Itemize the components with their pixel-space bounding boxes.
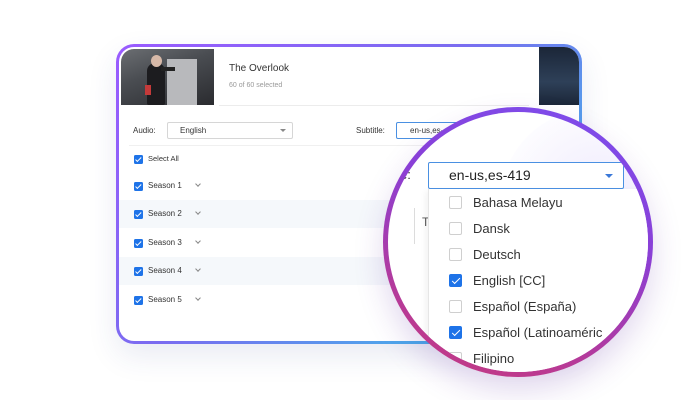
option-label: English [CC] [473, 273, 546, 288]
season-checkbox[interactable] [134, 239, 143, 248]
caret-down-icon [605, 174, 613, 178]
column-divider [414, 208, 415, 244]
option-checkbox-checked[interactable] [449, 274, 462, 287]
magnifier-lens: e: en-us,es-419 T Bahasa Melayu Dansk De [383, 107, 653, 377]
option-label: Bahasa Melayu [473, 195, 563, 210]
chevron-down-icon[interactable] [195, 266, 201, 272]
audio-label: Audio: [133, 126, 156, 135]
option-label: Filipino [473, 351, 515, 366]
audio-select[interactable]: English [167, 122, 293, 139]
subtitle-option[interactable]: Dansk [449, 216, 648, 242]
subtitle-option[interactable]: Bahasa Melayu [449, 190, 648, 216]
option-checkbox[interactable] [449, 248, 462, 261]
option-checkbox[interactable] [449, 196, 462, 209]
movie-header: The Overlook 60 of 60 selected [119, 47, 579, 105]
chevron-down-icon[interactable] [195, 238, 201, 244]
subtitle-label: Subtitle: [356, 126, 385, 135]
season-checkbox[interactable] [134, 210, 143, 219]
option-checkbox[interactable] [449, 300, 462, 313]
magnifier-content: e: en-us,es-419 T Bahasa Melayu Dansk De [388, 112, 648, 372]
next-thumbnail [539, 47, 579, 105]
movie-thumbnail [121, 49, 214, 105]
subtitle-option[interactable]: Deutsch [449, 242, 648, 268]
stage: The Overlook 60 of 60 selected Audio: En… [0, 0, 700, 400]
movie-title: The Overlook [229, 63, 290, 74]
subtitle-option[interactable]: English [CC] [449, 268, 648, 294]
subtitle-option[interactable]: Español (España) [449, 294, 648, 320]
option-label: Español (España) [473, 299, 577, 314]
chevron-down-icon[interactable] [195, 295, 201, 301]
season-label: Season 2 [148, 209, 182, 218]
option-label: Deutsch [473, 247, 521, 262]
season-label: Season 4 [148, 266, 182, 275]
subtitle-dropdown: Bahasa Melayu Dansk Deutsch English [CC]… [428, 189, 648, 372]
option-label: Dansk [473, 221, 510, 236]
chevron-down-icon[interactable] [195, 181, 201, 187]
select-all-checkbox[interactable] [134, 155, 143, 164]
season-label: Season 1 [148, 181, 182, 190]
season-checkbox[interactable] [134, 296, 143, 305]
subtitle-option[interactable]: Español (Latinoaméric [449, 320, 648, 346]
select-all-label: Select All [148, 154, 179, 163]
header-divider [219, 105, 529, 106]
option-checkbox[interactable] [449, 222, 462, 235]
audio-select-value: English [180, 126, 207, 135]
chevron-down-icon [280, 129, 286, 132]
option-checkbox[interactable] [449, 352, 462, 365]
option-label: Español (Latinoaméric [473, 325, 603, 340]
selection-count: 60 of 60 selected [229, 82, 283, 89]
chevron-down-icon[interactable] [195, 209, 201, 215]
subtitle-option[interactable]: Filipino [449, 346, 648, 372]
season-label: Season 5 [148, 295, 182, 304]
option-checkbox-checked[interactable] [449, 326, 462, 339]
season-checkbox[interactable] [134, 182, 143, 191]
subtitle-label-fragment: e: [400, 167, 411, 182]
season-label: Season 3 [148, 238, 182, 247]
season-checkbox[interactable] [134, 267, 143, 276]
subtitle-select-value: en-us,es-419 [449, 167, 531, 183]
subtitle-select-zoomed[interactable]: en-us,es-419 [428, 162, 624, 189]
